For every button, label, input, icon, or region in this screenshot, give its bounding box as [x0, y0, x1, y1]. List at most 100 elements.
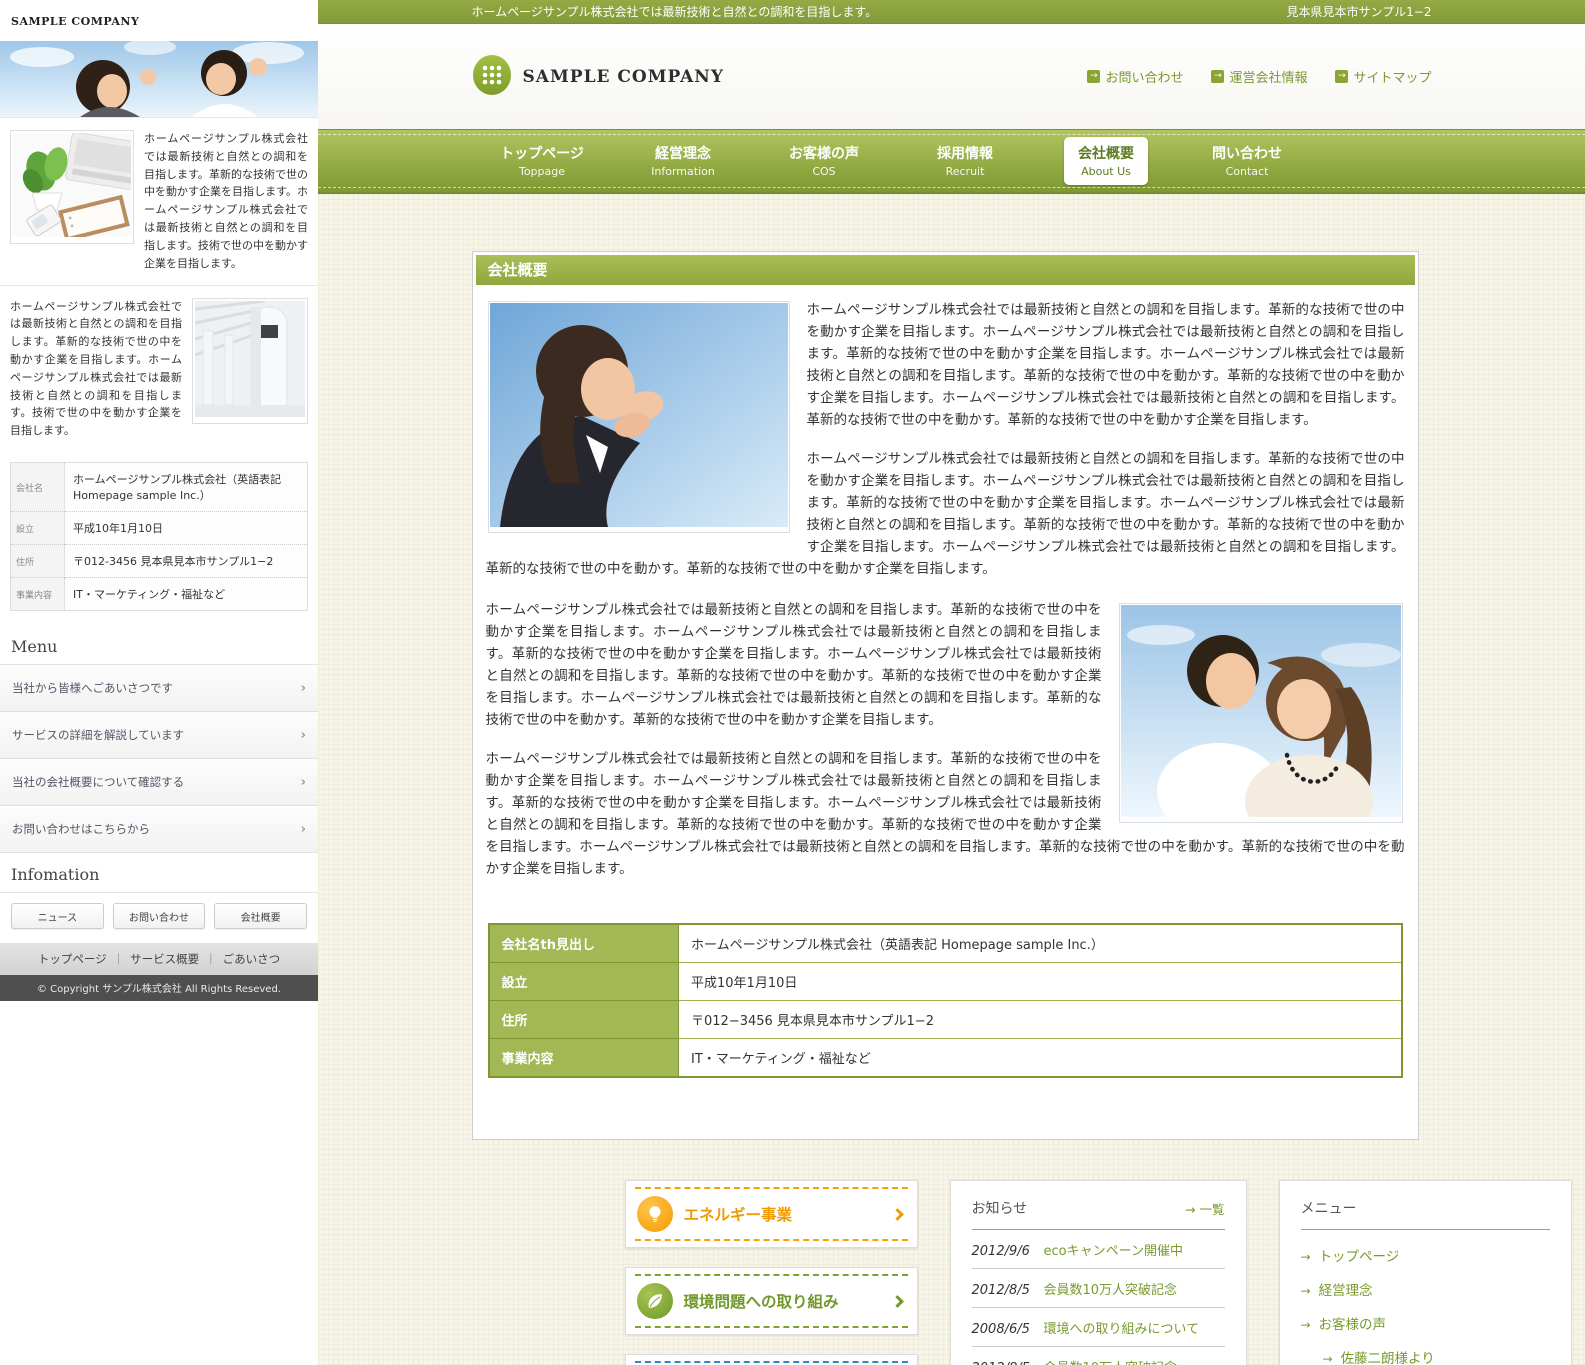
nav-tab-toppage[interactable]: トップページ Toppage	[486, 137, 598, 185]
header-link-contact[interactable]: → お問い合わせ	[1087, 67, 1183, 86]
news-link[interactable]: ecoキャンペーン開催中	[1044, 1240, 1183, 1259]
chevron-right-icon: ›	[301, 728, 306, 743]
nav-tab-about-active[interactable]: 会社概要 About Us	[1064, 137, 1148, 185]
nav-tab-contact[interactable]: 問い合わせ Contact	[1198, 137, 1296, 185]
photo-smiling-couple	[1119, 603, 1403, 823]
company-button[interactable]: 会社概要	[214, 903, 307, 929]
news-date: 2012/8/5	[972, 1361, 1032, 1365]
menu-panel-list: →トップページ →経営理念 →お客様の声 →佐藤二朗様より →伊藤大介様より →…	[1301, 1230, 1550, 1365]
header-link-operator-info[interactable]: → 運営会社情報	[1211, 67, 1307, 86]
brand[interactable]: SAMPLE COMPANY	[472, 55, 724, 99]
company-logo-icon	[472, 55, 512, 99]
menu-link-customer-voice[interactable]: →お客様の声	[1301, 1306, 1550, 1340]
banner-society-industry[interactable]: 社会・産業の一覧	[625, 1354, 918, 1365]
menu-link-sato[interactable]: →佐藤二朗様より	[1301, 1340, 1550, 1365]
photo-office-interior	[192, 298, 308, 424]
sidebar-about-block-2: ホームページサンプル株式会社では最新技術と自然との調和を目指します。革新的な技術…	[0, 285, 318, 453]
arrow-right-icon: →	[1323, 1352, 1333, 1365]
arrow-right-icon: →	[1211, 70, 1224, 83]
table-row: 設立 平成10年1月10日	[489, 963, 1402, 1001]
news-link[interactable]: 環境への取り組みについて	[1044, 1318, 1200, 1337]
table-row: 住所 〒012−3456 見本県見本市サンプル1−2	[489, 1001, 1402, 1039]
table-row: 会社名th見出し ホームページサンプル株式会社（英語表記 Homepage sa…	[489, 924, 1402, 963]
arrow-right-icon: →	[1301, 1318, 1311, 1332]
footer-link-greeting[interactable]: ごあいさつ	[199, 952, 280, 966]
chevron-right-icon: ›	[301, 822, 306, 837]
row-value: 〒012-3456 見本県見本市サンプル1−2	[65, 545, 308, 578]
lightbulb-icon	[637, 1196, 673, 1232]
row-value: ホームページサンプル株式会社（英語表記 Homepage sample Inc.…	[65, 463, 308, 512]
menu-link-toppage[interactable]: →トップページ	[1301, 1238, 1550, 1272]
photo-woman-calling	[488, 301, 790, 533]
footer-link-service[interactable]: サービス概要	[107, 952, 200, 966]
news-title: お知らせ	[972, 1198, 1028, 1218]
news-item: 2008/6/5 環境への取り組みについて	[972, 1308, 1225, 1347]
row-value: IT・マーケティング・福祉など	[65, 578, 308, 611]
news-more-link[interactable]: → 一覧	[1185, 1199, 1224, 1218]
top-green-bar: ホームページサンプル株式会社では最新技術と自然との調和を目指します。 見本県見本…	[318, 0, 1585, 24]
arrow-right-icon: →	[1185, 1202, 1195, 1217]
mobile-preview-panel: SAMPLE COMPANY	[0, 0, 318, 1001]
header-link-sitemap[interactable]: → サイトマップ	[1335, 67, 1431, 86]
row-label: 事業内容	[489, 1039, 679, 1078]
news-list: 2012/9/6 ecoキャンペーン開催中 2012/8/5 会員数10万人突破…	[972, 1230, 1225, 1365]
header-address: 見本県見本市サンプル1−2	[1287, 3, 1432, 20]
news-link[interactable]: 会員数10万人突破記念	[1044, 1279, 1178, 1298]
news-button[interactable]: ニュース	[11, 903, 104, 929]
arrow-right-icon: →	[1335, 70, 1348, 83]
company-name: SAMPLE COMPANY	[523, 67, 724, 87]
sidebar-menu-item-company[interactable]: 当社の会社概要について確認する ›	[0, 759, 318, 806]
bottom-section: エネルギー事業 環境問題への取り組み	[625, 1180, 1572, 1365]
nav-tab-recruit[interactable]: 採用情報 Recruit	[923, 137, 1007, 185]
sidebar-footer-links: トップページサービス概要ごあいさつ	[0, 943, 318, 975]
sidebar-menu-item-contact[interactable]: お問い合わせはこちらから ›	[0, 806, 318, 853]
sidebar-company-table: 会社名 ホームページサンプル株式会社（英語表記 Homepage sample …	[10, 462, 308, 611]
about-card: 会社概要	[472, 251, 1419, 1140]
arrow-right-icon: →	[1087, 70, 1100, 83]
nav-tab-customer-voice[interactable]: お客様の声 COS	[775, 137, 873, 185]
sidebar-info-buttons: ニュース お問い合わせ 会社概要	[0, 893, 318, 943]
news-item: 2012/9/6 ecoキャンペーン開催中	[972, 1230, 1225, 1269]
news-date: 2008/6/5	[972, 1322, 1032, 1337]
sidebar-menu-item-service[interactable]: サービスの詳細を解説しています ›	[0, 712, 318, 759]
row-label: 設立	[489, 963, 679, 1001]
table-row: 事業内容 IT・マーケティング・福祉など	[489, 1039, 1402, 1078]
row-value: IT・マーケティング・福祉など	[679, 1039, 1402, 1078]
banner-energy-business[interactable]: エネルギー事業	[625, 1180, 918, 1248]
news-item: 2012/8/5 会員数10万人突破記念	[972, 1269, 1225, 1308]
page-content: 会社概要	[318, 194, 1585, 1365]
menu-link-philosophy[interactable]: →経営理念	[1301, 1272, 1550, 1306]
table-row: 設立 平成10年1月10日	[11, 512, 308, 545]
sidebar-menu: 当社から皆様へごあいさつです › サービスの詳細を解説しています › 当社の会社…	[0, 665, 318, 853]
footer-link-top[interactable]: トップページ	[38, 952, 107, 966]
sidebar-menu-item-greeting[interactable]: 当社から皆様へごあいさつです ›	[0, 665, 318, 712]
banner-column: エネルギー事業 環境問題への取り組み	[625, 1180, 918, 1365]
banner-environment[interactable]: 環境問題への取り組み	[625, 1267, 918, 1335]
contact-button[interactable]: お問い合わせ	[113, 903, 206, 929]
row-value: 平成10年1月10日	[65, 512, 308, 545]
chevron-right-icon: ›	[301, 681, 306, 696]
leaf-icon	[637, 1283, 673, 1319]
news-item: 2012/8/5 会員数10万人突破記念	[972, 1347, 1225, 1365]
about-block-1: ホームページサンプル株式会社では最新技術と自然との調和を目指します。革新的な技術…	[486, 299, 1405, 597]
row-value: 平成10年1月10日	[679, 963, 1402, 1001]
chevron-right-icon: ›	[301, 775, 306, 790]
row-label: 事業内容	[11, 578, 65, 611]
news-panel: お知らせ → 一覧 2012/9/6 ecoキャンペーン開催中 2012/8/5…	[950, 1180, 1247, 1365]
row-value: ホームページサンプル株式会社（英語表記 Homepage sample Inc.…	[679, 924, 1402, 963]
row-label: 会社名th見出し	[489, 924, 679, 963]
sidebar-menu-heading: Menu	[0, 625, 318, 665]
menu-panel: メニュー →トップページ →経営理念 →お客様の声 →佐藤二朗様より →伊藤大介…	[1279, 1180, 1572, 1365]
row-label: 会社名	[11, 463, 65, 512]
sidebar-about-text-1: ホームページサンプル株式会社では最新技術と自然との調和を目指します。革新的な技術…	[144, 130, 308, 273]
row-label: 住所	[11, 545, 65, 578]
nav-tab-philosophy[interactable]: 経営理念 Information	[637, 137, 729, 185]
table-row: 住所 〒012-3456 見本県見本市サンプル1−2	[11, 545, 308, 578]
tagline: ホームページサンプル株式会社では最新技術と自然との調和を目指します。	[472, 3, 878, 20]
sidebar-info-heading: Infomation	[0, 853, 318, 893]
table-row: 会社名 ホームページサンプル株式会社（英語表記 Homepage sample …	[11, 463, 308, 512]
main-navigation: トップページ Toppage 経営理念 Information お客様の声 CO…	[318, 129, 1585, 194]
news-link[interactable]: 会員数10万人突破記念	[1044, 1357, 1178, 1365]
site-header: SAMPLE COMPANY → お問い合わせ → 運営会社情報 → サイトマッ…	[318, 24, 1585, 129]
photo-hero-couple-shouting	[0, 41, 318, 117]
